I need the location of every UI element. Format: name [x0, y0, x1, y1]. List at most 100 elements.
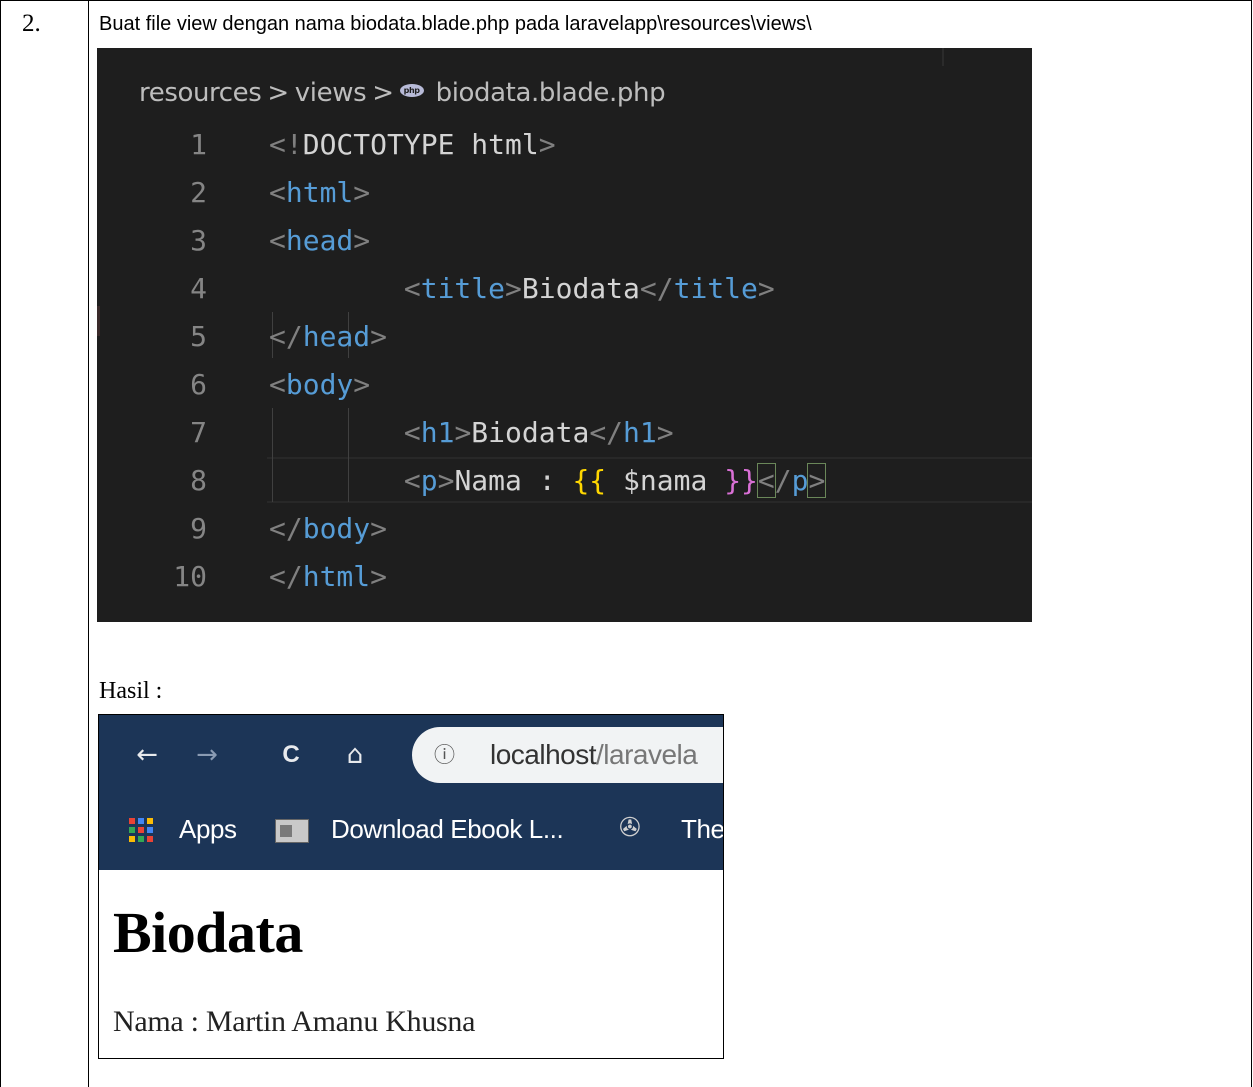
- code-line[interactable]: 6 <body>: [97, 361, 1032, 409]
- code-line[interactable]: 3 <head>: [97, 217, 1032, 265]
- code-token: }}: [724, 464, 758, 497]
- ebook-favicon-icon: [275, 819, 309, 843]
- code-text: <p>Nama : {{ $nama }}</p>: [269, 457, 827, 505]
- page-heading: Biodata: [113, 900, 303, 965]
- back-arrow-icon[interactable]: ←: [127, 733, 167, 777]
- code-line[interactable]: 10 </html>: [97, 553, 1032, 601]
- bookmark-download-ebook[interactable]: Download Ebook L...: [331, 811, 564, 847]
- film-reel-icon: ✇: [619, 813, 641, 843]
- line-number: 1: [190, 128, 207, 161]
- code-token: h1: [420, 416, 455, 449]
- breadcrumb-file[interactable]: biodata.blade.php: [436, 78, 666, 108]
- code-line[interactable]: 1 <!DOCTOTYPE html>: [97, 121, 1032, 169]
- code-line[interactable]: 5 </head>: [97, 313, 1032, 361]
- url-host: localhost: [490, 739, 597, 770]
- code-token: p: [420, 464, 438, 497]
- code-token: >: [538, 128, 556, 161]
- code-token: body: [302, 512, 371, 545]
- code-token: title: [673, 272, 758, 305]
- home-icon[interactable]: ⌂: [335, 733, 375, 777]
- bookmark-the[interactable]: The: [681, 811, 723, 847]
- code-editor-screenshot: resources > views > php biodata.blade.php 1 <!…: [97, 48, 1032, 622]
- code-token: >: [757, 272, 775, 305]
- code-token: <: [269, 176, 286, 209]
- code-token: html: [285, 176, 354, 209]
- step-instruction: Buat file view dengan nama biodata.blade…: [99, 13, 812, 35]
- code-token: >: [353, 176, 371, 209]
- code-line[interactable]: 4 <title>Biodata</title>: [97, 265, 1032, 313]
- code-token: </: [269, 560, 303, 593]
- code-token: head: [302, 320, 371, 353]
- table-column-divider: [88, 0, 89, 1087]
- code-token: >: [370, 320, 388, 353]
- forward-arrow-icon[interactable]: →: [187, 733, 227, 777]
- page-paragraph: Nama : Martin Amanu Khusna: [113, 1005, 476, 1038]
- breadcrumb-folder-views[interactable]: views: [295, 78, 367, 108]
- code-text: <body>: [269, 361, 370, 409]
- code-token: head: [285, 224, 354, 257]
- url-path: /laravela: [596, 739, 698, 770]
- breadcrumb-folder-resources[interactable]: resources: [139, 78, 262, 108]
- code-token: <: [269, 224, 286, 257]
- apps-grid-icon: [129, 818, 153, 842]
- code-token: >: [353, 224, 371, 257]
- code-line[interactable]: 8 <p>Nama : {{ $nama }}</p>: [97, 457, 1032, 505]
- info-icon[interactable]: ⓘ: [434, 727, 455, 783]
- line-number: 5: [190, 320, 207, 353]
- line-number: 9: [190, 512, 207, 545]
- code-text: <h1>Biodata</h1>: [269, 409, 674, 457]
- address-bar[interactable]: ⓘ localhost/laravela: [412, 727, 723, 783]
- bookmark-apps[interactable]: Apps: [179, 811, 237, 847]
- line-number: 2: [190, 176, 207, 209]
- code-token: >: [656, 416, 674, 449]
- code-token: <: [403, 416, 421, 449]
- line-number: 10: [173, 560, 207, 593]
- code-token: <: [403, 464, 421, 497]
- breadcrumb: resources > views > php biodata.blade.php: [139, 78, 666, 108]
- code-token: <: [756, 463, 776, 498]
- code-line[interactable]: 9 </body>: [97, 505, 1032, 553]
- reload-icon[interactable]: C: [271, 733, 311, 777]
- line-number: 4: [190, 272, 207, 305]
- php-file-icon: php: [399, 84, 424, 97]
- step-number: 2.: [22, 10, 41, 37]
- code-line[interactable]: 7 <h1>Biodata</h1>: [97, 409, 1032, 457]
- code-text: <head>: [269, 217, 370, 265]
- code-text: </head>: [269, 313, 387, 361]
- code-text: </body>: [269, 505, 387, 553]
- code-line[interactable]: 2 <html>: [97, 169, 1032, 217]
- code-token: body: [285, 368, 354, 401]
- code-text: <html>: [269, 169, 370, 217]
- code-token: p: [791, 464, 809, 497]
- code-token: html: [302, 560, 371, 593]
- code-token: <!: [269, 128, 303, 161]
- line-number: 7: [190, 416, 207, 449]
- browser-screenshot: ← → C ⌂ ⓘ localhost/laravela Apps Downlo…: [98, 714, 724, 1059]
- code-token: >: [437, 464, 455, 497]
- code-token: </: [639, 272, 674, 305]
- code-token: title: [420, 272, 506, 305]
- code-token: >: [353, 368, 371, 401]
- editor-tab-divider: [942, 48, 944, 66]
- code-token: Biodata: [471, 416, 590, 449]
- code-token: /: [774, 464, 792, 497]
- code-token: $nama: [606, 464, 725, 497]
- code-token: </: [589, 416, 624, 449]
- code-token: h1: [623, 416, 657, 449]
- code-token: DOCTOTYPE html: [302, 128, 539, 161]
- result-label: Hasil :: [99, 678, 163, 704]
- editor-tab-strip: [97, 48, 1032, 68]
- code-text: <!DOCTOTYPE html>: [269, 121, 556, 169]
- code-token: >: [505, 272, 522, 305]
- code-token: >: [454, 416, 472, 449]
- url-text[interactable]: localhost/laravela: [490, 727, 698, 783]
- code-token: <: [269, 368, 286, 401]
- line-number: 8: [190, 464, 207, 497]
- line-number: 3: [190, 224, 207, 257]
- code-token: >: [370, 512, 388, 545]
- code-token: Nama :: [454, 464, 573, 497]
- code-token: {{: [572, 464, 607, 497]
